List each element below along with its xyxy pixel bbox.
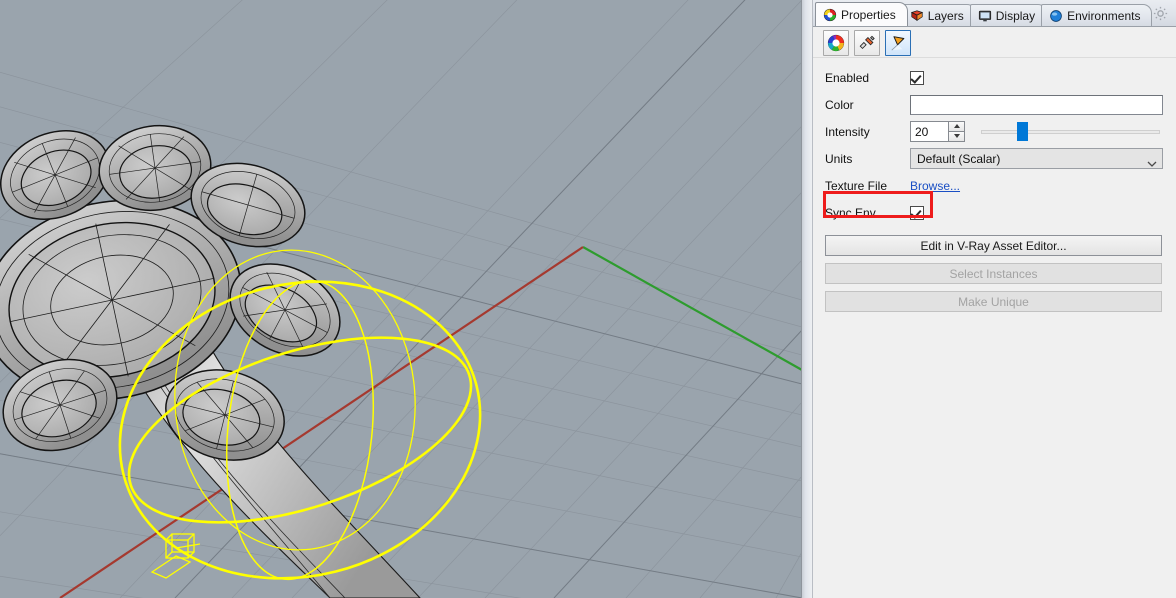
sync-env-label: Sync Env. [825, 205, 879, 220]
color-swatch[interactable] [910, 94, 1163, 115]
action-button-stack: Edit in V-Ray Asset Editor... Select Ins… [813, 226, 1176, 312]
tool-color-wheel-button[interactable] [823, 30, 849, 56]
light-type-toolbar [813, 27, 1176, 58]
viewport-scene [0, 0, 802, 598]
intensity-slider[interactable] [981, 121, 1160, 142]
monitor-icon [978, 9, 992, 23]
tab-environments-label: Environments [1067, 8, 1141, 23]
row-color: Color [825, 91, 1163, 118]
intensity-slider-handle[interactable] [1016, 122, 1028, 141]
make-unique-button: Make Unique [825, 291, 1162, 312]
units-label: Units [825, 151, 853, 166]
intensity-input[interactable] [910, 121, 948, 142]
tool-spotlight-button[interactable] [885, 30, 911, 56]
layers-icon [910, 9, 924, 23]
edit-in-vray-asset-editor-button[interactable]: Edit in V-Ray Asset Editor... [825, 235, 1162, 256]
tab-display[interactable]: Display [969, 4, 1048, 26]
intensity-slider-track [981, 130, 1160, 134]
chevron-down-icon [1147, 156, 1157, 167]
row-enabled: Enabled [825, 64, 1162, 91]
units-select[interactable]: Default (Scalar) [910, 148, 1163, 169]
panel-tabbar: Properties Layers Display Environments [813, 0, 1176, 27]
tab-layers-label: Layers [927, 8, 964, 23]
color-label: Color [825, 97, 854, 112]
tab-properties-label: Properties [841, 7, 896, 22]
intensity-decrement-button[interactable] [948, 131, 965, 142]
chevron-down-icon [953, 134, 960, 139]
tab-layers[interactable]: Layers [901, 4, 976, 26]
texture-browse-link[interactable]: Browse... [910, 179, 960, 193]
units-selected-value: Default (Scalar) [917, 151, 1001, 166]
ring-model [0, 124, 421, 598]
row-units: Units Default (Scalar) [825, 145, 1163, 172]
intensity-increment-button[interactable] [948, 121, 965, 132]
color-wheel-icon [823, 8, 837, 22]
viewport-3d[interactable] [0, 0, 802, 598]
tab-properties[interactable]: Properties [815, 2, 908, 26]
select-instances-button: Select Instances [825, 263, 1162, 284]
tab-environments[interactable]: Environments [1041, 4, 1153, 26]
enabled-checkbox[interactable] [910, 70, 924, 85]
texture-file-label: Texture File [825, 178, 888, 193]
intensity-label: Intensity [825, 124, 870, 139]
row-intensity: Intensity [825, 118, 1162, 145]
tool-eyedropper-button[interactable] [854, 30, 880, 56]
row-sync-env: Sync Env. [825, 199, 1162, 226]
gear-icon[interactable] [1152, 5, 1169, 22]
panel-splitter[interactable] [801, 0, 812, 598]
axis-y-green [582, 246, 802, 371]
light-properties-form: Enabled Color Intensity 20 Units Default… [813, 58, 1176, 226]
light-gizmo-handle [150, 533, 201, 579]
enabled-label: Enabled [825, 70, 870, 85]
tab-display-label: Display [995, 8, 1036, 23]
application-window: Properties Layers Display Environments E… [0, 0, 1176, 598]
properties-panel: Properties Layers Display Environments E… [812, 0, 1176, 598]
sync-env-checkbox[interactable] [910, 205, 924, 220]
row-texture-file: Texture File Browse... [825, 172, 1162, 199]
chevron-up-icon [953, 124, 960, 129]
intensity-spinner[interactable] [910, 121, 965, 142]
sphere-icon [1049, 9, 1063, 23]
